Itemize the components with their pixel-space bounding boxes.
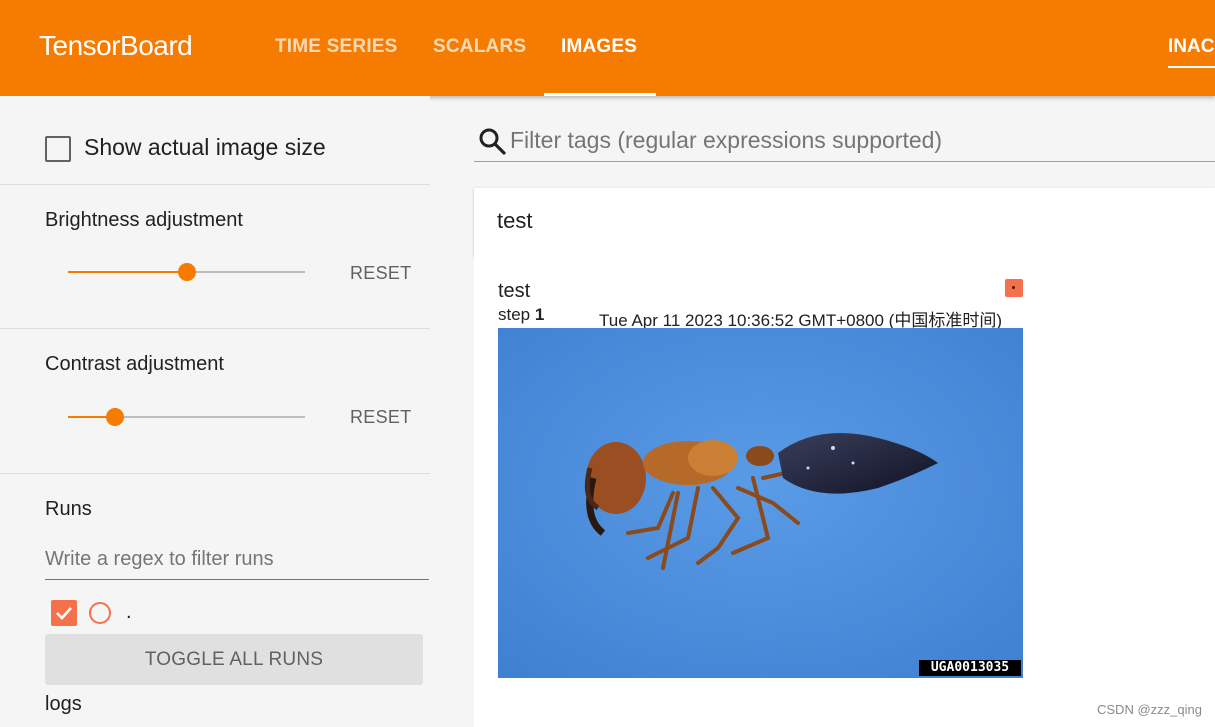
runs-group-label: logs: [45, 693, 82, 715]
pin-card-icon[interactable]: [1005, 279, 1023, 297]
contrast-title: Contrast adjustment: [45, 353, 224, 375]
watermark: CSDN @zzz_qing: [1097, 702, 1202, 717]
brightness-slider[interactable]: [68, 263, 305, 281]
image-caption-code: UGA0013035: [919, 660, 1021, 676]
contrast-slider[interactable]: [68, 408, 305, 426]
active-tab-indicator: [544, 93, 656, 96]
inactive-menu-underline: [1168, 66, 1215, 68]
run-name: .: [126, 601, 132, 623]
run-color-radio[interactable]: [89, 602, 111, 624]
tab-scalars[interactable]: SCALARS: [433, 36, 526, 58]
app-brand[interactable]: TensorBoard: [39, 30, 193, 62]
step-label: step: [498, 305, 531, 324]
tag-group-title: test: [497, 208, 533, 233]
show-actual-size-label[interactable]: Show actual image size: [84, 134, 326, 161]
brightness-slider-fill: [68, 271, 187, 273]
divider: [0, 473, 430, 474]
tab-images[interactable]: IMAGES: [561, 36, 637, 58]
card-tag-name: test: [498, 280, 531, 302]
contrast-reset-button[interactable]: RESET: [350, 407, 412, 428]
brightness-slider-thumb[interactable]: [177, 263, 196, 281]
card-step: step 1: [498, 305, 544, 325]
show-actual-size-checkbox[interactable]: [45, 136, 71, 162]
ant-image: [498, 328, 1023, 678]
toggle-all-runs-button[interactable]: TOGGLE ALL RUNS: [45, 634, 423, 685]
divider: [0, 184, 430, 185]
run-checkbox[interactable]: [51, 600, 77, 626]
runs-title: Runs: [45, 498, 92, 520]
tag-filter-placeholder[interactable]: Filter tags (regular expressions support…: [510, 127, 942, 154]
step-value: 1: [534, 305, 545, 324]
top-app-bar: TensorBoard TIME SERIES SCALARS IMAGES I…: [0, 0, 1215, 96]
tag-group-header[interactable]: [474, 188, 1215, 256]
runs-filter-input[interactable]: Write a regex to filter runs: [45, 546, 429, 580]
image-preview: [498, 328, 1023, 678]
search-icon: [479, 128, 506, 155]
brightness-reset-button[interactable]: RESET: [350, 263, 412, 284]
tab-time-series[interactable]: TIME SERIES: [275, 36, 398, 58]
divider: [0, 328, 430, 329]
inactive-menu-button[interactable]: INAC: [1168, 36, 1214, 58]
brightness-title: Brightness adjustment: [45, 209, 243, 231]
check-icon: [56, 607, 72, 620]
